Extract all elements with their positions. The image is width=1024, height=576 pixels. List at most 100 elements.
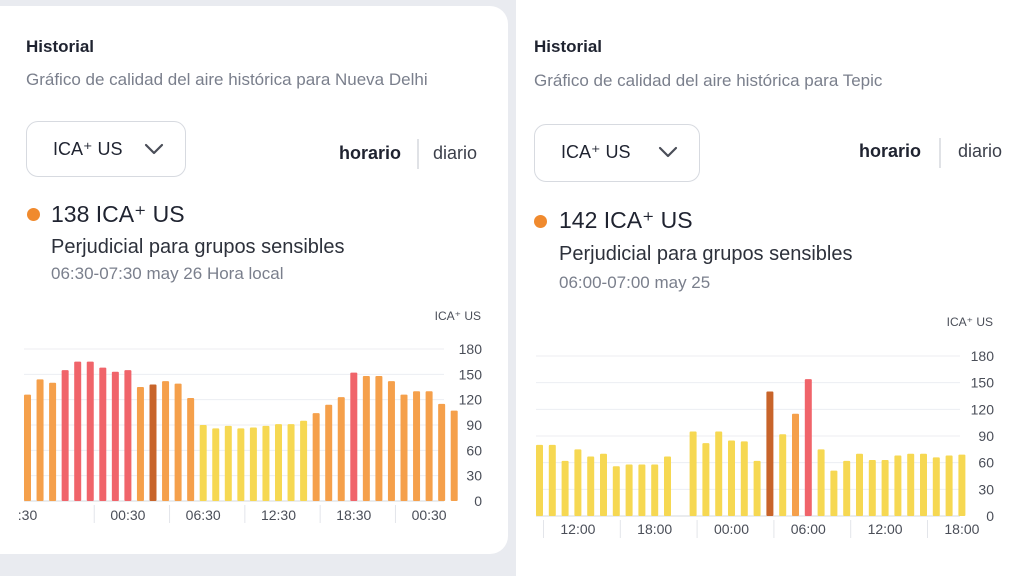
y-tick-label: 60 xyxy=(978,455,994,471)
y-tick-label: 90 xyxy=(466,417,482,433)
bar xyxy=(375,376,383,501)
chevron-down-icon xyxy=(658,146,678,158)
y-axis-label: ICA⁺ US xyxy=(435,309,481,323)
bar xyxy=(920,453,927,516)
toggle-daily[interactable]: diario xyxy=(433,143,477,164)
bar xyxy=(612,466,620,516)
x-tick-label: 12:00 xyxy=(560,521,595,537)
bar xyxy=(136,387,144,501)
bar xyxy=(600,453,607,516)
pollutant-dropdown[interactable]: ICA⁺ US xyxy=(534,124,700,182)
section-title: Historial xyxy=(26,37,95,56)
bar xyxy=(651,464,659,516)
bar xyxy=(337,397,345,501)
section-title: Historial xyxy=(534,37,603,56)
bar xyxy=(715,431,723,516)
aqi-category: Perjudicial para grupos sensibles xyxy=(51,236,345,258)
toggle-daily[interactable]: diario xyxy=(958,141,1002,162)
bar xyxy=(804,379,812,516)
bar xyxy=(830,470,838,516)
section-subtitle: Gráfico de calidad del aire histórica pa… xyxy=(534,71,883,90)
bar xyxy=(362,376,370,501)
status-dot-icon xyxy=(534,215,547,228)
bar xyxy=(174,383,182,501)
x-tick-label: 06:30 xyxy=(186,507,221,523)
bar xyxy=(689,431,697,516)
x-tick-label: 12:30 xyxy=(261,507,296,523)
x-tick-label: 00:00 xyxy=(714,521,749,537)
section-subtitle: Gráfico de calidad del aire histórica pa… xyxy=(26,70,428,89)
x-tick-label: :30 xyxy=(18,507,38,523)
x-tick-label: 12:00 xyxy=(868,521,903,537)
x-tick-label: 00:30 xyxy=(110,507,145,523)
bar xyxy=(149,384,157,501)
bar xyxy=(868,460,876,516)
bar xyxy=(162,381,170,501)
bar xyxy=(817,449,825,516)
y-tick-label: 180 xyxy=(459,341,483,357)
bar xyxy=(450,410,458,501)
bar xyxy=(548,444,556,516)
aqi-value: 138 ICA⁺ US xyxy=(51,201,185,227)
x-tick-label: 18:00 xyxy=(637,521,672,537)
x-tick-label: 18:30 xyxy=(336,507,371,523)
bar xyxy=(753,460,761,516)
toggle-divider xyxy=(417,139,419,169)
bar xyxy=(325,404,333,501)
bar xyxy=(702,443,710,516)
bar xyxy=(262,425,270,501)
bar xyxy=(86,361,94,501)
toggle-divider xyxy=(939,138,941,168)
y-tick-label: 30 xyxy=(978,481,994,497)
bar xyxy=(99,367,107,501)
bar xyxy=(587,456,595,516)
bar xyxy=(740,441,748,516)
bar xyxy=(766,391,774,516)
history-card-tepic: Historial Gráfico de calidad del aire hi… xyxy=(516,0,1024,576)
bar xyxy=(275,424,282,501)
y-tick-label: 150 xyxy=(459,366,483,382)
bar xyxy=(413,391,421,501)
bar xyxy=(312,413,320,501)
toggle-hourly[interactable]: horario xyxy=(339,143,401,164)
bar xyxy=(625,464,633,516)
y-tick-label: 120 xyxy=(971,401,995,417)
aqi-category: Perjudicial para grupos sensibles xyxy=(559,243,853,265)
bar xyxy=(438,403,446,501)
y-tick-label: 180 xyxy=(971,348,995,364)
x-tick-label: 18:00 xyxy=(944,521,979,537)
bar xyxy=(792,413,799,516)
toggle-hourly[interactable]: horario xyxy=(859,141,921,162)
y-axis-label: ICA⁺ US xyxy=(947,315,993,329)
bar xyxy=(536,444,543,516)
bar xyxy=(111,371,119,501)
bar xyxy=(350,372,358,501)
x-tick-label: 06:00 xyxy=(791,521,826,537)
chevron-down-icon xyxy=(144,143,164,155)
bar xyxy=(49,382,57,501)
aqi-timestamp: 06:00-07:00 may 25 xyxy=(559,273,711,292)
bar xyxy=(881,460,889,516)
bar xyxy=(843,460,851,516)
history-card-nueva-delhi: Historial Gráfico de calidad del aire hi… xyxy=(0,6,508,554)
bar xyxy=(249,427,257,501)
dropdown-label: ICA⁺ US xyxy=(561,142,631,162)
aqi-timestamp: 06:30-07:30 may 26 Hora local xyxy=(51,264,284,283)
y-tick-label: 120 xyxy=(459,392,483,408)
bar xyxy=(425,391,433,501)
bar xyxy=(36,379,44,501)
bar xyxy=(856,453,863,516)
bar xyxy=(199,425,207,501)
y-tick-label: 60 xyxy=(466,442,482,458)
bar xyxy=(779,434,787,516)
y-tick-label: 30 xyxy=(466,468,482,484)
bar xyxy=(638,464,646,516)
bar xyxy=(387,381,395,501)
bar xyxy=(24,394,31,501)
bar xyxy=(958,454,966,516)
bar xyxy=(664,456,671,516)
aqi-bar-chart: ICA⁺ US 0 30 60 90 120 150 180 12:00 18:00 00:00 06… xyxy=(536,315,995,538)
bar xyxy=(187,397,195,501)
bar xyxy=(61,370,69,501)
pollutant-dropdown[interactable]: ICA⁺ US xyxy=(26,121,186,177)
